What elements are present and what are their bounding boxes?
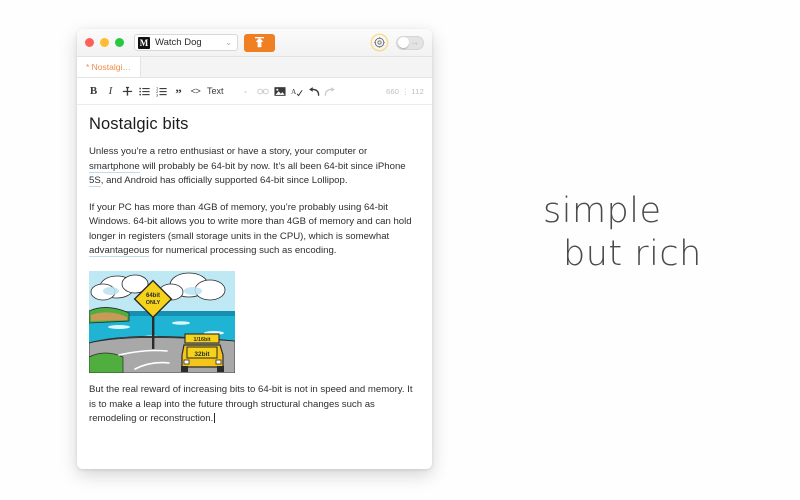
cartoon-road-sign-illustration[interactable]: 64bit ONLY 1/16bit 32bit: [89, 271, 235, 374]
publication-selector[interactable]: M Watch Dog ⌄: [134, 34, 238, 51]
settings-button[interactable]: [372, 35, 387, 50]
tab-nostalgic-bits[interactable]: * Nostalgi…: [77, 57, 141, 77]
cartoon-car: 1/16bit 32bit: [181, 333, 224, 373]
sign-text-line1: 64bit: [146, 293, 160, 299]
titlebar-right-group: →: [372, 35, 424, 50]
bullet-list-button[interactable]: [136, 83, 153, 100]
code-button[interactable]: <>: [187, 83, 204, 100]
link-smartphone[interactable]: smartphone: [89, 160, 140, 173]
undo-button[interactable]: [305, 83, 322, 100]
gear-icon: [374, 37, 385, 48]
link-advantageous[interactable]: advantageous: [89, 245, 150, 258]
text-run: , and Android has officially supported 6…: [100, 175, 348, 187]
text-run: If your PC has more than 4GB of memory, …: [89, 201, 412, 242]
window-controls: [85, 38, 124, 47]
close-button[interactable]: [85, 38, 94, 47]
numbered-list-button[interactable]: 1 2 3: [153, 83, 170, 100]
sign-text-line2: ONLY: [146, 300, 161, 306]
document-editor-area[interactable]: Nostalgic bits Unless you’re a retro ent…: [77, 105, 432, 469]
arrow-right-icon: →: [410, 37, 419, 47]
tagline: simple but rich: [543, 190, 773, 277]
window-titlebar: M Watch Dog ⌄ →: [77, 29, 432, 57]
tagline-line-2: but rich: [563, 234, 702, 275]
page-title: Nostalgic bits: [89, 115, 189, 133]
publication-name: Watch Dog: [155, 37, 202, 48]
svg-text:A: A: [291, 86, 297, 95]
editor-window: M Watch Dog ⌄ → * Nostalgi… B I 1 2 3 ” …: [77, 29, 432, 469]
text-style-chevron-icon[interactable]: ⌄: [229, 87, 255, 95]
numbered-list-icon: 1 2 3: [156, 86, 167, 97]
text-cursor: [214, 413, 216, 424]
chevron-down-icon: ⌄: [225, 37, 232, 47]
text-style-selector[interactable]: Text: [204, 86, 229, 96]
svg-text:1/16bit: 1/16bit: [193, 337, 210, 343]
text-run: But the real reward of increasing bits t…: [89, 384, 413, 425]
text-run: Unless you’re a retro enthusiast or have…: [89, 146, 368, 157]
text-run: will probably be 64-bit by now. It’s all…: [139, 160, 406, 172]
paragraph-2: If your PC has more than 4GB of memory, …: [89, 201, 420, 259]
spellcheck-icon: A: [291, 86, 303, 96]
toggle-knob: [398, 37, 409, 48]
link-5s[interactable]: 5S: [89, 175, 101, 188]
svg-text:32bit: 32bit: [194, 351, 210, 358]
upload-icon: [255, 36, 264, 47]
tab-label: * Nostalgi…: [86, 62, 131, 72]
image-icon: [274, 86, 286, 96]
paragraph-1: Unless you’re a retro enthusiast or have…: [89, 145, 420, 189]
paragraph-3: But the real reward of increasing bits t…: [89, 383, 420, 427]
zoom-button[interactable]: [115, 38, 124, 47]
tagline-line-1: simple: [543, 191, 662, 231]
bullet-list-icon: [139, 87, 150, 95]
insert-image-button[interactable]: [271, 83, 288, 100]
minimize-button[interactable]: [100, 38, 109, 47]
strikethrough-icon: [122, 86, 133, 96]
undo-icon: [309, 86, 320, 96]
italic-button[interactable]: I: [102, 83, 119, 100]
tab-strip: * Nostalgi…: [77, 57, 432, 78]
format-toolbar: B I 1 2 3 ” <> Text ⌄ A 660 ⋮ 112: [77, 78, 432, 105]
strikethrough-button[interactable]: [119, 83, 136, 100]
svg-text:3: 3: [156, 92, 159, 97]
text-run: for numerical processing such as encodin…: [149, 245, 337, 257]
word-character-counter: 660 ⋮ 112: [386, 86, 424, 96]
medium-logo-icon: M: [138, 36, 150, 49]
link-button[interactable]: [254, 83, 271, 100]
spellcheck-button[interactable]: A: [288, 83, 305, 100]
link-icon: [257, 88, 269, 94]
preview-toggle[interactable]: →: [396, 35, 424, 50]
redo-icon: [325, 86, 336, 96]
publish-button[interactable]: [244, 33, 275, 52]
blockquote-button[interactable]: ”: [170, 80, 187, 102]
screenshot-root: M Watch Dog ⌄ → * Nostalgi… B I 1 2 3 ” …: [0, 0, 800, 500]
redo-button[interactable]: [322, 83, 339, 100]
bold-button[interactable]: B: [85, 83, 102, 100]
